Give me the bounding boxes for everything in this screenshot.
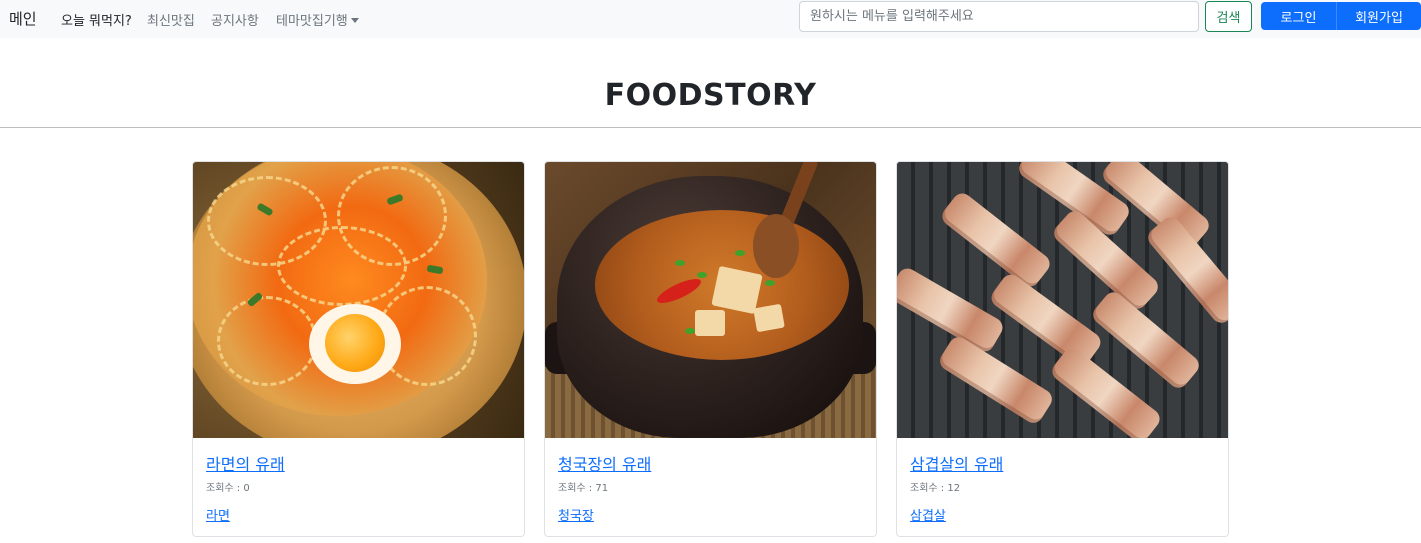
- signup-button[interactable]: 회원가입: [1336, 2, 1421, 30]
- nav-item-theme-dropdown[interactable]: 테마맛집기행: [276, 10, 359, 29]
- top-navbar: 메인 오늘 뭐먹지? 최신맛집 공지사항 테마맛집기행 검색 로그인 회원가입: [0, 0, 1421, 38]
- nav-item-today-menu[interactable]: 오늘 뭐먹지?: [61, 10, 132, 29]
- scallion-shape: [697, 272, 707, 278]
- egg-yolk-shape: [325, 314, 385, 372]
- card-tag-link[interactable]: 라면: [206, 505, 230, 524]
- tofu-shape: [695, 310, 725, 336]
- header-divider: [0, 127, 1421, 128]
- article-card-cheonggukjang: 청국장의 유래 조회수 : 71 청국장: [544, 161, 877, 537]
- stew-soup-shape: [595, 210, 849, 360]
- page-title: FOODSTORY: [604, 78, 817, 113]
- view-count: 조회수 : 12: [910, 483, 961, 494]
- chevron-down-icon: [350, 18, 359, 23]
- article-card-ramen: 라면의 유래 조회수 : 0 라면: [192, 161, 525, 537]
- view-count: 조회수 : 71: [558, 483, 609, 494]
- scallion-shape: [426, 264, 444, 275]
- tofu-shape: [711, 265, 763, 315]
- article-card-samgyeopsal: 삼겹살의 유래 조회수 : 12 삼겹살: [896, 161, 1229, 537]
- ramen-noodle-shape: [217, 296, 317, 386]
- brand-home-link[interactable]: 메인: [9, 8, 37, 29]
- scallion-shape: [765, 280, 775, 286]
- chili-shape: [654, 274, 704, 308]
- login-button[interactable]: 로그인: [1261, 2, 1336, 30]
- samgyeopsal-photo[interactable]: [897, 162, 1228, 438]
- card-title-link[interactable]: 청국장의 유래: [558, 451, 651, 475]
- earthen-pot-shape: [557, 176, 863, 438]
- view-count: 조회수 : 0: [206, 483, 250, 494]
- ramen-noodle-shape: [277, 226, 407, 306]
- search-input[interactable]: [799, 1, 1199, 32]
- card-title-link[interactable]: 라면의 유래: [206, 451, 285, 475]
- nav-item-notices[interactable]: 공지사항: [211, 10, 259, 29]
- ramen-pot-shape: [193, 162, 524, 438]
- scallion-shape: [735, 250, 745, 256]
- card-tag-link[interactable]: 청국장: [558, 505, 594, 524]
- nav-item-latest-restaurants[interactable]: 최신맛집: [147, 10, 195, 29]
- search-button[interactable]: 검색: [1205, 1, 1252, 32]
- wooden-spoon-shape: [753, 214, 799, 278]
- card-tag-link[interactable]: 삼겹살: [910, 505, 946, 524]
- tofu-shape: [753, 303, 785, 333]
- cheonggukjang-photo[interactable]: [545, 162, 876, 438]
- card-title-link[interactable]: 삼겹살의 유래: [910, 451, 1003, 475]
- nav-item-theme-label: 테마맛집기행: [276, 14, 348, 29]
- scallion-shape: [685, 328, 695, 334]
- scallion-shape: [675, 260, 685, 266]
- ramen-soup-shape: [193, 162, 487, 416]
- ramen-photo[interactable]: [193, 162, 524, 438]
